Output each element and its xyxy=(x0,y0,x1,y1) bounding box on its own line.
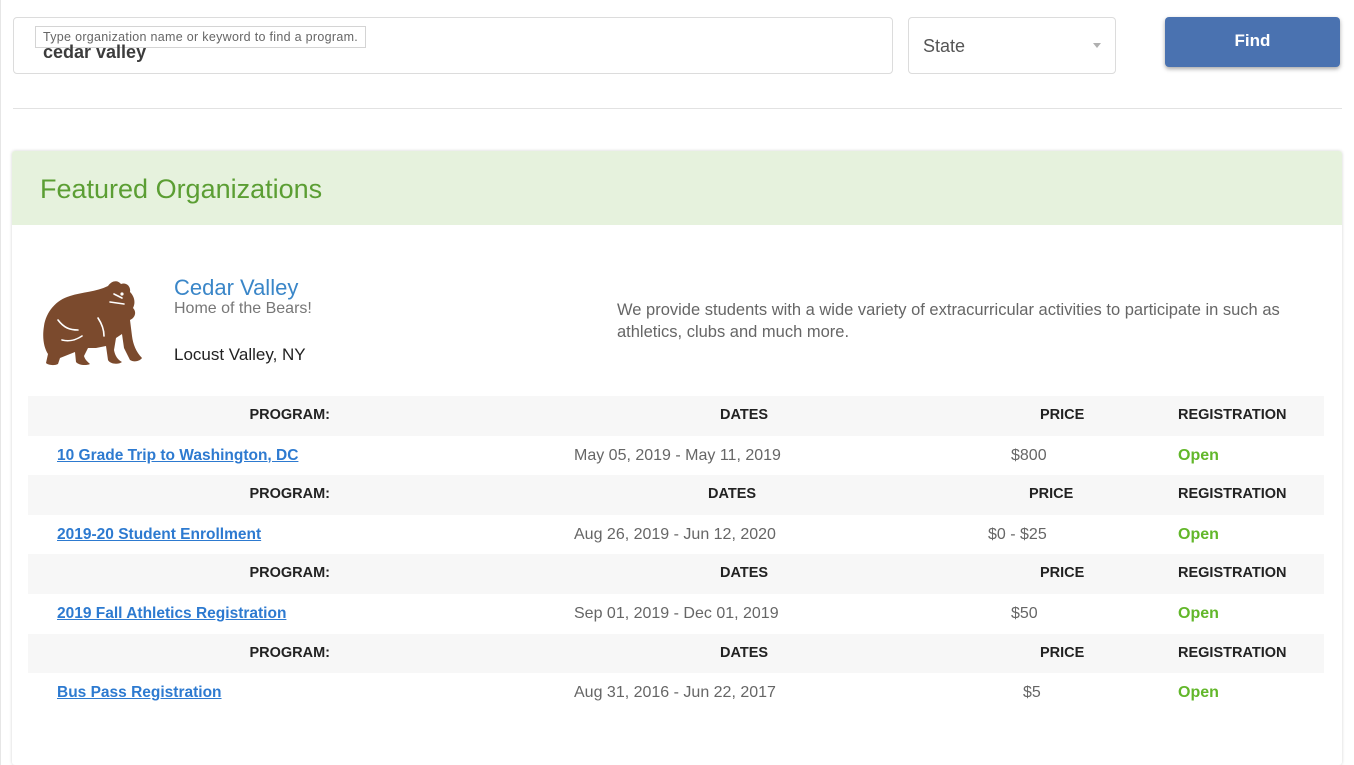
organization-name-link[interactable]: Cedar Valley xyxy=(174,275,298,301)
program-price: $50 xyxy=(1011,604,1038,622)
header-registration: REGISTRATION xyxy=(1178,486,1287,503)
program-link[interactable]: 10 Grade Trip to Washington, DC xyxy=(57,436,298,476)
registration-status: Open xyxy=(1178,604,1219,622)
state-select[interactable]: State xyxy=(908,17,1116,74)
table-row: 10 Grade Trip to Washington, DC May 05, … xyxy=(28,436,1324,476)
header-dates: DATES xyxy=(720,407,769,423)
registration-status: Open xyxy=(1178,684,1219,702)
featured-organizations-panel: Featured Organizations Cedar Valley Home… xyxy=(12,151,1342,765)
program-price: $0 - $25 xyxy=(988,525,1047,543)
programs-table: PROGRAM: DATES PRICE REGISTRATION 10 Gra… xyxy=(28,396,1324,713)
program-price: $800 xyxy=(1011,446,1047,464)
header-price: PRICE xyxy=(1040,407,1085,423)
header-registration: REGISTRATION xyxy=(1178,644,1287,661)
program-price: $5 xyxy=(1023,684,1041,702)
header-dates: DATES xyxy=(708,486,757,503)
program-dates: Aug 26, 2019 - Jun 12, 2020 xyxy=(574,525,776,543)
table-row: 2019 Fall Athletics Registration Sep 01,… xyxy=(28,594,1324,634)
chevron-down-icon xyxy=(1093,43,1101,48)
search-input[interactable]: Type organization name or keyword to fin… xyxy=(13,17,893,74)
header-program: PROGRAM: xyxy=(249,565,330,582)
table-header-row: PROGRAM: DATES PRICE REGISTRATION xyxy=(28,554,1324,594)
organization-description: We provide students with a wide variety … xyxy=(617,301,1280,341)
program-dates: Sep 01, 2019 - Dec 01, 2019 xyxy=(574,604,779,622)
program-link[interactable]: Bus Pass Registration xyxy=(57,673,222,713)
header-dates: DATES xyxy=(720,565,769,582)
organization-tagline: Home of the Bears! xyxy=(174,300,312,317)
program-link[interactable]: 2019 Fall Athletics Registration xyxy=(57,594,286,634)
header-dates: DATES xyxy=(720,644,769,661)
state-select-value: State xyxy=(923,36,966,56)
organization-location: Locust Valley, NY xyxy=(174,345,306,364)
table-row: 2019-20 Student Enrollment Aug 26, 2019 … xyxy=(28,515,1324,555)
header-program: PROGRAM: xyxy=(249,407,330,423)
divider xyxy=(13,108,1342,109)
program-link[interactable]: 2019-20 Student Enrollment xyxy=(57,515,261,555)
panel-header: Featured Organizations xyxy=(12,151,1342,225)
search-value[interactable]: cedar valley xyxy=(43,42,146,63)
table-header-row: PROGRAM: DATES PRICE REGISTRATION xyxy=(28,475,1324,515)
header-price: PRICE xyxy=(1040,644,1085,661)
panel-title: Featured Organizations xyxy=(40,174,323,204)
registration-status: Open xyxy=(1178,446,1219,464)
registration-status: Open xyxy=(1178,525,1219,543)
table-header-row: PROGRAM: DATES PRICE REGISTRATION xyxy=(28,633,1324,674)
program-dates: Aug 31, 2016 - Jun 22, 2017 xyxy=(574,684,776,702)
find-button[interactable]: Find xyxy=(1165,17,1340,67)
header-price: PRICE xyxy=(1029,486,1074,503)
program-dates: May 05, 2019 - May 11, 2019 xyxy=(574,446,781,464)
header-program: PROGRAM: xyxy=(249,644,330,661)
table-header-row: PROGRAM: DATES PRICE REGISTRATION xyxy=(28,396,1324,436)
header-registration: REGISTRATION xyxy=(1178,407,1287,423)
header-program: PROGRAM: xyxy=(249,486,330,503)
bear-icon xyxy=(43,281,142,366)
header-registration: REGISTRATION xyxy=(1178,565,1287,582)
page-border xyxy=(0,0,1,765)
header-price: PRICE xyxy=(1040,565,1085,582)
table-row: Bus Pass Registration Aug 31, 2016 - Jun… xyxy=(28,673,1324,713)
